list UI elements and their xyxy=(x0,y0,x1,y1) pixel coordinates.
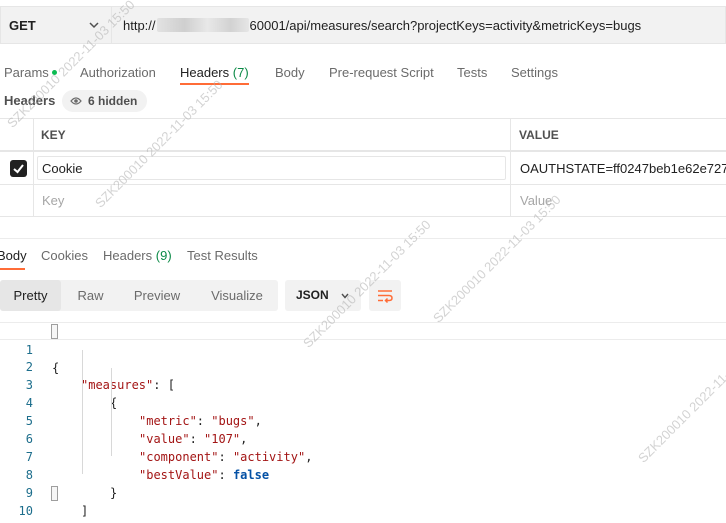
format-button-group: Pretty Raw Preview Visualize xyxy=(0,280,278,311)
format-pretty-button[interactable]: Pretty xyxy=(0,280,61,311)
eye-off-icon xyxy=(70,97,82,105)
url-prefix: http:// xyxy=(123,17,156,33)
tab-headers[interactable]: Headers (7) xyxy=(180,61,249,85)
url-input[interactable]: http:// 60001/api/measures/search?project… xyxy=(111,6,726,44)
value-column-divider xyxy=(510,185,511,216)
code-line: 7 "bestValue": false xyxy=(0,430,726,482)
code-line: 10 } xyxy=(0,484,726,523)
value-column-header: VALUE xyxy=(519,128,559,142)
method-label: GET xyxy=(9,17,36,33)
code-line: 6 "component": "activity", xyxy=(0,412,726,464)
hidden-headers-label: 6 hidden xyxy=(88,94,138,108)
response-body-editor[interactable]: 1 { 2 "measures": [ 3 { 4 "metric": "bug… xyxy=(0,322,726,523)
new-value-input[interactable]: Value xyxy=(520,193,552,208)
response-tab-body[interactable]: Body xyxy=(0,248,27,263)
format-preview-button[interactable]: Preview xyxy=(126,280,188,311)
key-column-divider xyxy=(33,185,34,216)
indent-guide xyxy=(111,368,112,456)
tab-authorization[interactable]: Authorization xyxy=(80,61,156,89)
checkmark-icon xyxy=(13,164,24,174)
tab-body[interactable]: Body xyxy=(275,61,305,89)
wrap-lines-button[interactable] xyxy=(369,280,401,311)
line-number: 10 xyxy=(18,504,33,518)
table-header-row: KEY VALUE xyxy=(0,118,726,151)
tab-params[interactable]: Params xyxy=(4,61,57,89)
headers-section-title: Headers xyxy=(4,93,56,108)
params-active-dot-icon xyxy=(51,70,57,76)
response-tab-headers-count: (9) xyxy=(155,248,172,263)
url-suffix: 60001/api/measures/search?projectKeys=ac… xyxy=(249,17,642,33)
language-select[interactable]: JSON xyxy=(285,280,361,311)
response-tab-headers[interactable]: Headers (9) xyxy=(103,248,172,263)
format-raw-button[interactable]: Raw xyxy=(63,280,118,311)
tab-authorization-label: Authorization xyxy=(80,65,156,80)
key-column-divider xyxy=(33,152,34,184)
chevron-down-icon xyxy=(89,22,99,29)
tab-pre-request-script[interactable]: Pre-request Script xyxy=(329,61,434,89)
tab-tests-label: Tests xyxy=(457,65,488,80)
code-text: ] xyxy=(81,504,89,518)
url-bar-row: GET http:// 60001/api/measures/search?pro… xyxy=(0,0,726,52)
code-line: 1 { xyxy=(0,322,726,375)
tab-settings-label: Settings xyxy=(511,65,558,80)
indent-guide xyxy=(82,350,83,474)
header-value-input[interactable]: OAUTHSTATE=ff0247beb1e62e7277 xyxy=(520,161,726,176)
table-row: Cookie OAUTHSTATE=ff0247beb1e62e7277 xyxy=(0,151,726,184)
hidden-headers-toggle[interactable]: 6 hidden xyxy=(62,90,148,112)
response-tab-test-results[interactable]: Test Results xyxy=(187,248,258,263)
tab-pre-request-script-label: Pre-request Script xyxy=(329,65,434,80)
language-select-value: JSON xyxy=(296,288,329,302)
bracket-match-highlight xyxy=(51,324,58,339)
code-line: 2 "measures": [ xyxy=(0,340,726,392)
format-visualize-button[interactable]: Visualize xyxy=(200,280,274,311)
method-selector[interactable]: GET xyxy=(0,6,111,44)
response-tab-indicator xyxy=(0,268,25,270)
header-key-input[interactable] xyxy=(37,156,506,180)
header-enabled-checkbox[interactable] xyxy=(10,160,27,177)
response-tab-cookies[interactable]: Cookies xyxy=(41,248,88,263)
code-line: 8 } xyxy=(0,448,726,500)
code-line: 9 ] xyxy=(0,466,726,518)
wrap-lines-icon xyxy=(378,290,393,304)
new-key-input[interactable]: Key xyxy=(42,193,64,208)
url-redacted-host xyxy=(156,18,249,32)
value-column-divider xyxy=(510,152,511,184)
code-line: 3 { xyxy=(0,358,726,410)
code-line: 4 "metric": "bugs", xyxy=(0,376,726,428)
value-column-divider xyxy=(510,119,511,150)
tab-headers-label: Headers xyxy=(180,65,230,80)
tab-params-label: Params xyxy=(4,65,49,80)
tab-settings[interactable]: Settings xyxy=(511,61,558,89)
header-key-value: Cookie xyxy=(42,161,83,176)
tab-body-label: Body xyxy=(275,65,305,80)
bracket-match-highlight xyxy=(51,486,58,501)
chevron-down-icon xyxy=(341,293,349,299)
key-column-header: KEY xyxy=(41,128,66,142)
key-column-divider xyxy=(33,119,34,150)
tab-headers-count: (7) xyxy=(232,65,249,80)
table-row-empty: Key Value xyxy=(0,184,726,217)
response-divider xyxy=(0,238,726,239)
tab-tests[interactable]: Tests xyxy=(457,61,487,89)
response-tab-headers-label: Headers xyxy=(103,248,153,263)
code-line: 5 "value": "107", xyxy=(0,394,726,446)
